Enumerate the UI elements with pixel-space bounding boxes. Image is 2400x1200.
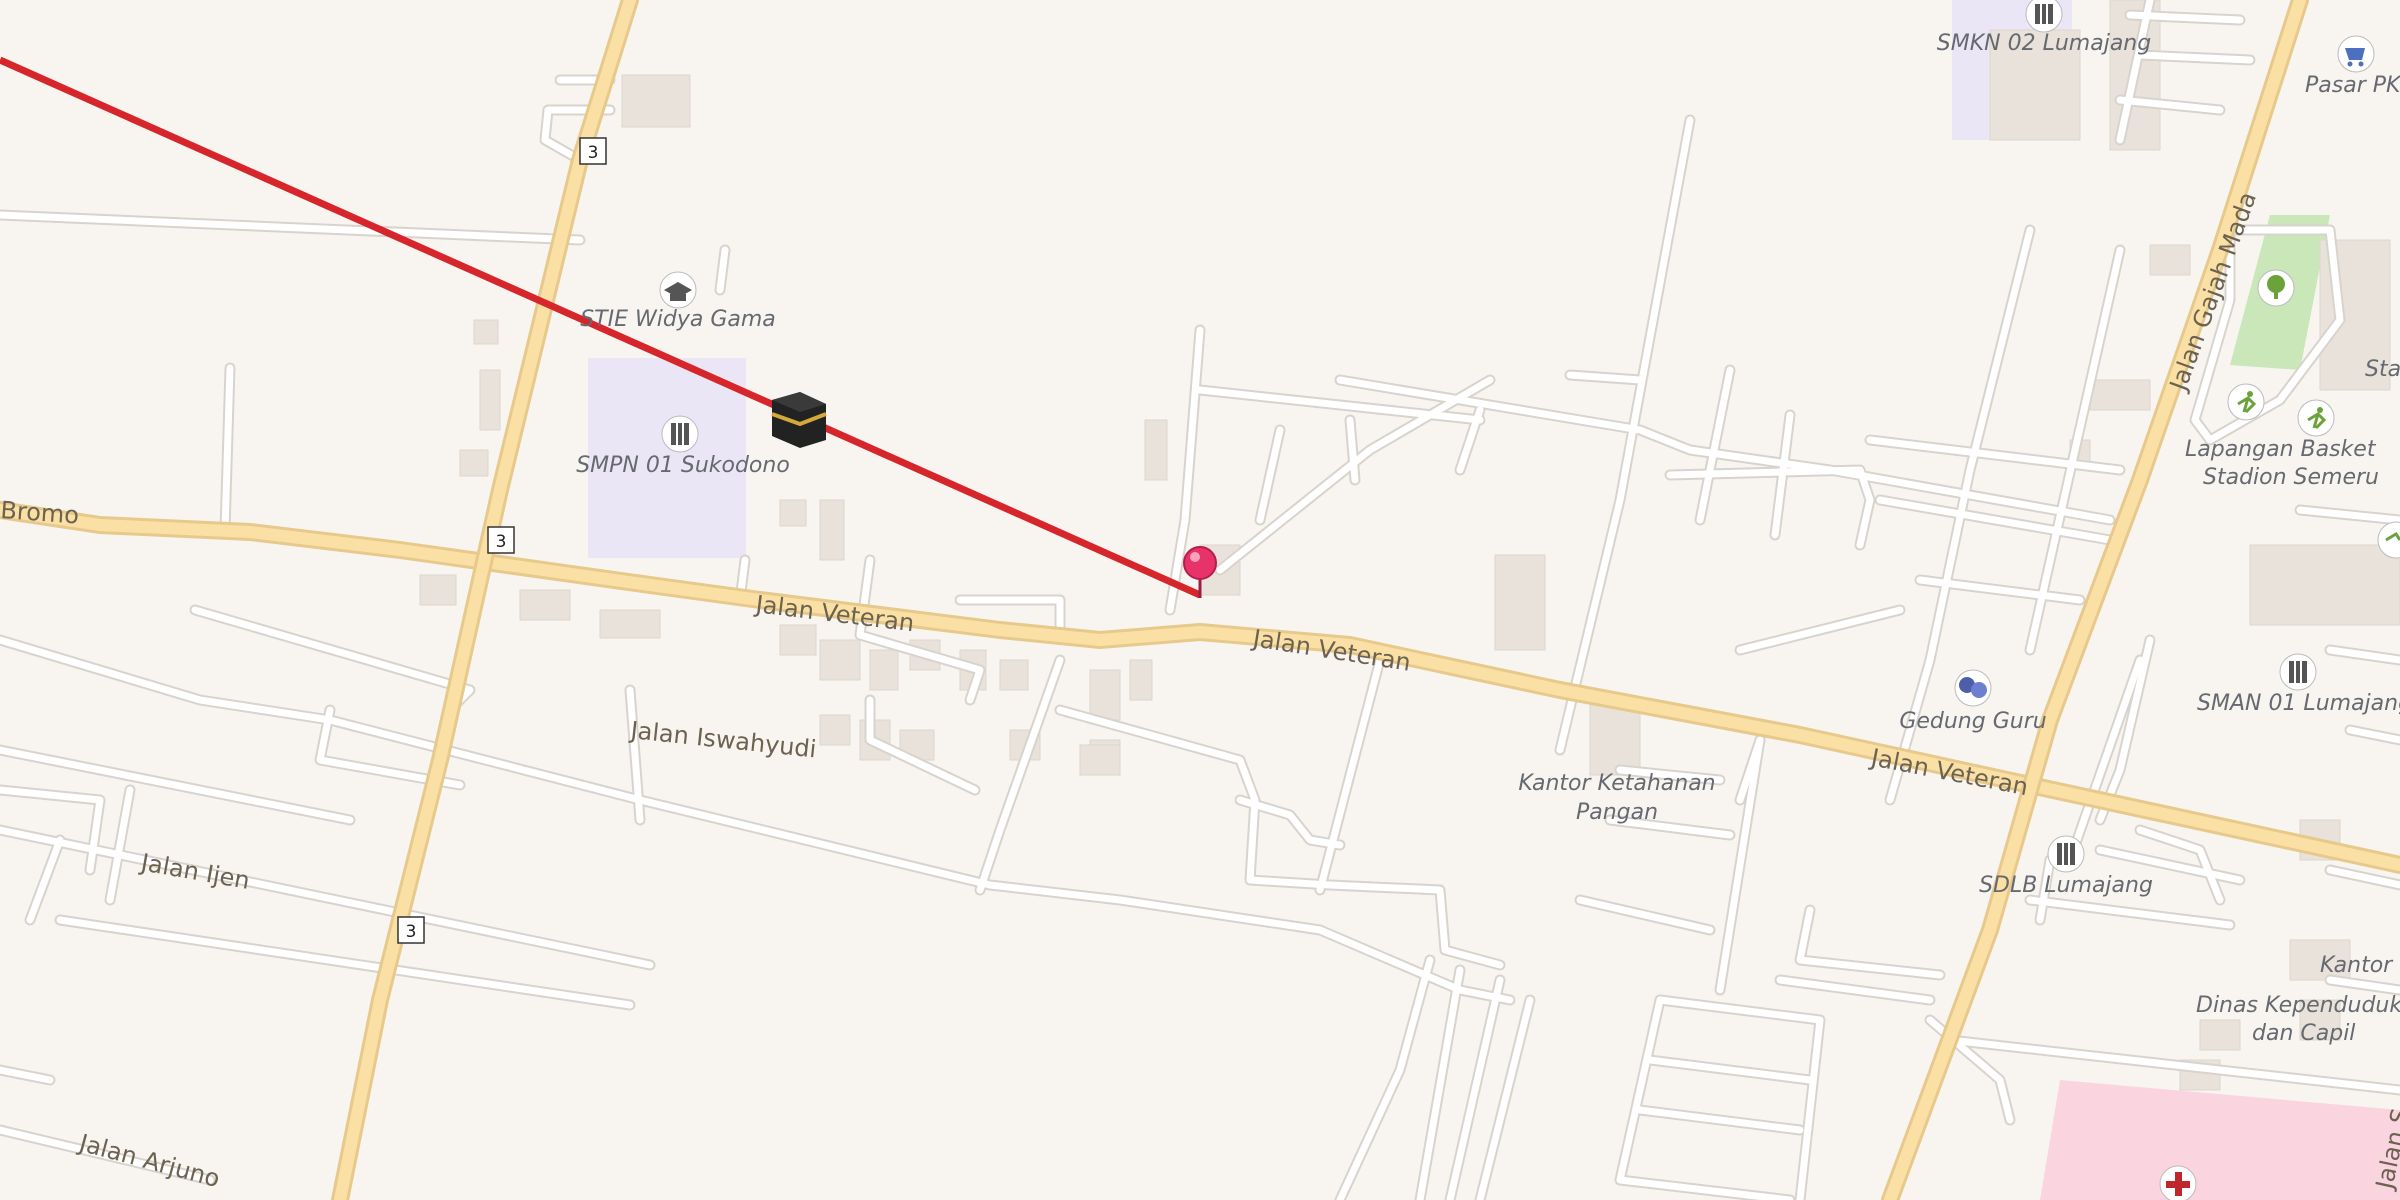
tree-icon[interactable] xyxy=(2257,269,2295,307)
graduation-cap-icon[interactable] xyxy=(659,271,697,309)
school-icon[interactable] xyxy=(661,415,699,453)
school-icon[interactable] xyxy=(2279,653,2317,691)
kaaba-icon[interactable] xyxy=(771,392,827,448)
route-3-shield: 3 xyxy=(487,526,515,554)
place-label-sdlb: SDLB Lumajang xyxy=(1979,873,2153,898)
place-label-smkn: SMKN 02 Lumajang xyxy=(1937,31,2151,56)
road-label-arjuno: Jalan Arjuno xyxy=(75,1128,223,1193)
map-canvas[interactable]: Bromo Jalan Veteran Jalan Veteran Jalan … xyxy=(0,0,2400,1200)
route-3-shield: 3 xyxy=(579,137,607,165)
place-label-kantor-pangan: Kantor Ketahanan xyxy=(1518,771,1715,796)
place-label-smpn: SMPN 01 Sukodono xyxy=(576,453,790,478)
place-label-sman: SMAN 01 Lumajang xyxy=(2197,691,2400,716)
hospital-area xyxy=(2040,1080,2400,1200)
road-label-veteran-1: Jalan Veteran xyxy=(752,590,915,637)
road-label-iswahyudi: Jalan Iswahyudi xyxy=(627,716,817,764)
hospital-icon[interactable] xyxy=(2159,1165,2197,1200)
place-label-pasar: Pasar PK xyxy=(2305,73,2400,98)
route-3-shield: 3 xyxy=(397,916,425,944)
place-label-dinas-2: dan Capil xyxy=(2252,1021,2355,1046)
svg-text:3: 3 xyxy=(406,922,417,942)
place-label-kantor: Kantor xyxy=(2320,953,2394,978)
road-label-bromo: Bromo xyxy=(0,496,80,529)
theatre-icon[interactable] xyxy=(1954,669,1992,707)
shopping-cart-icon[interactable] xyxy=(2337,35,2375,73)
place-label-lapangan: Lapangan Basket xyxy=(2185,437,2377,462)
svg-text:3: 3 xyxy=(588,143,599,163)
sports-icon[interactable] xyxy=(2227,383,2265,421)
place-label-stie: STIE Widya Gama xyxy=(580,307,776,332)
route-3-road xyxy=(331,0,639,1200)
place-label-kantor-pangan-2: Pangan xyxy=(1576,800,1658,825)
school-icon[interactable] xyxy=(2047,835,2085,873)
place-label-stadion: Stadion Semeru xyxy=(2203,465,2379,490)
place-label-dinas: Dinas Kependudukan xyxy=(2196,993,2400,1018)
road-label-veteran-2: Jalan Veteran xyxy=(1249,624,1413,677)
sports-icon[interactable] xyxy=(2297,399,2335,437)
place-label-stad: Stad xyxy=(2365,357,2400,382)
svg-text:3: 3 xyxy=(496,532,507,552)
school-icon[interactable] xyxy=(2025,0,2063,33)
place-label-gedung-guru: Gedung Guru xyxy=(1899,709,2046,734)
road-label-ijen: Jalan Ijen xyxy=(137,848,252,895)
minor-roads xyxy=(0,0,2400,1200)
map-view[interactable]: Bromo Jalan Veteran Jalan Veteran Jalan … xyxy=(0,0,2400,1200)
